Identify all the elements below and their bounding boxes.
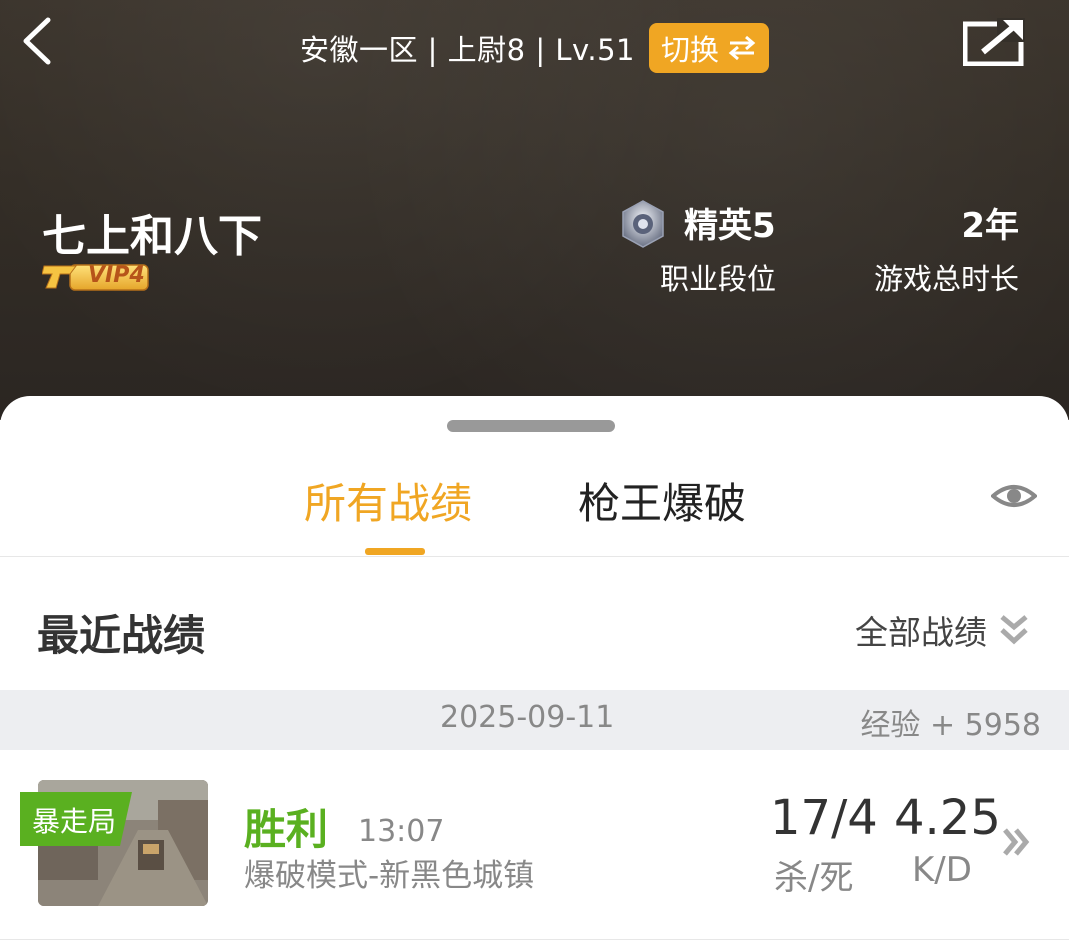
exp-gained: 经验 + 5958 — [860, 708, 1041, 743]
match-result: 胜利 — [244, 805, 329, 854]
match-date: 2025-09-11 — [440, 700, 615, 735]
switch-account-button[interactable]: 切换 — [649, 23, 770, 73]
account-info-bar: 安徽一区 | 上尉8 | Lv.51 切换 — [0, 22, 1069, 74]
date-group-header: 2025-09-11 经验 + 5958 — [0, 690, 1069, 750]
row-divider — [0, 939, 1069, 940]
rank-value: 精英5 — [684, 206, 776, 246]
rank-emblem-icon — [622, 200, 664, 248]
vip-level: VIP4 — [88, 263, 145, 288]
sheet-grab-handle[interactable] — [447, 420, 615, 432]
filter-label: 全部战绩 — [855, 613, 987, 652]
switch-label: 切换 — [661, 33, 720, 67]
kd-label: K/D — [912, 850, 972, 890]
match-time: 13:07 — [358, 814, 445, 849]
server-rank-level: 安徽一区 | 上尉8 | Lv.51 — [299, 33, 636, 67]
mode-tag: 暴走局 — [20, 792, 132, 846]
kills-deaths-label: 杀/死 — [774, 858, 854, 898]
mode-tag-label: 暴走局 — [32, 805, 117, 838]
kills-deaths: 17/4 — [770, 790, 878, 846]
kd-value: 4.25 — [894, 790, 1001, 846]
player-name: 七上和八下 — [42, 211, 262, 262]
play-time-label: 游戏总时长 — [873, 262, 1019, 296]
tab-all-records[interactable]: 所有战绩 — [304, 470, 472, 531]
tab-gun-king-demolition[interactable]: 枪王爆破 — [578, 470, 746, 531]
recent-records-title: 最近战绩 — [37, 611, 206, 660]
rank-label: 职业段位 — [660, 262, 777, 296]
active-tab-indicator — [365, 548, 425, 555]
play-time-value: 2年 — [961, 206, 1019, 246]
match-map: 爆破模式-新黑色城镇 — [244, 858, 535, 894]
double-chevron-down-icon — [1000, 615, 1028, 645]
double-chevron-right-icon — [1003, 828, 1030, 856]
records-filter-dropdown[interactable]: 全部战绩 — [855, 606, 1029, 654]
swap-icon — [728, 35, 756, 61]
profile-header: 安徽一区 | 上尉8 | Lv.51 切换 七上和八下 VIP4 精英5 职业段… — [0, 0, 1069, 420]
share-button[interactable] — [962, 18, 1025, 67]
vip-badge: VIP4 — [41, 262, 150, 292]
eye-icon[interactable] — [991, 476, 1037, 516]
records-sheet: 所有战绩 枪王爆破 最近战绩 全部战绩 2025-09-11 经验 + 5958 — [0, 396, 1069, 941]
records-tabs: 所有战绩 枪王爆破 — [0, 456, 1069, 557]
match-row[interactable]: 暴走局 胜利 13:07 爆破模式-新黑色城镇 17/4 杀/死 4.25 K/… — [0, 750, 1069, 940]
share-icon — [962, 18, 1025, 67]
